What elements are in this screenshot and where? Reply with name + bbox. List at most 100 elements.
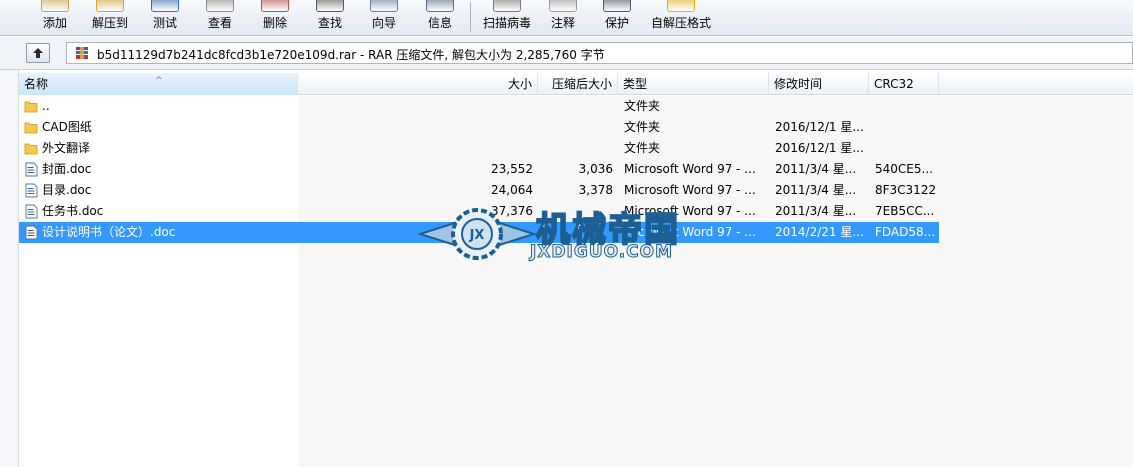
rar-archive-icon (76, 47, 88, 59)
column-header-packed[interactable]: 压缩后大小 (538, 73, 618, 95)
toolbar-button-label: 查看 (207, 16, 232, 30)
column-header-crc-label: CRC32 (874, 77, 914, 91)
file-name: 封面.doc (42, 162, 92, 176)
file-size (298, 138, 533, 159)
delete-icon (261, 0, 289, 12)
file-row[interactable]: 封面.doc 23,552 3,036 Microsoft Word 97 - ...… (19, 159, 939, 180)
file-row[interactable]: 外文翻译 文件夹 2016/12/1 星... (19, 138, 939, 159)
file-crc: 8F3C3122 (875, 183, 937, 197)
column-header-modified[interactable]: 修改时间 (769, 73, 869, 95)
toolbar: 添加 解压到 测试 查看 删除 查找 向导 信息 扫描病毒 注释 保护 自解压格式 (0, 0, 1133, 36)
toolbar-button-label: 添加 (42, 16, 67, 30)
toolbar-button-label: 向导 (371, 16, 396, 30)
toolbar-button-label: 注释 (550, 16, 575, 30)
toolbar-button-protect[interactable]: 保护 (594, 0, 640, 36)
file-crc: 540CE5... (875, 162, 933, 176)
left-pane-strip (0, 70, 19, 467)
file-size (298, 96, 533, 117)
folder-icon (24, 101, 38, 113)
file-packed (538, 96, 613, 117)
sfx-icon (667, 0, 695, 12)
info-icon (426, 0, 454, 12)
file-type: 文件夹 (624, 141, 661, 155)
address-text: b5d11129d7b241dc8fcd3b1e720e109d.rar - R… (97, 48, 605, 62)
toolbar-button-label: 测试 (152, 16, 177, 30)
toolbar-button-find[interactable]: 查找 (304, 0, 356, 36)
watermark: JX 机械帝国 JXDIGUO.COM (418, 202, 718, 264)
extract-icon (96, 0, 124, 12)
column-header-size-label: 大小 (507, 77, 532, 91)
toolbar-button-extract[interactable]: 解压到 (82, 0, 138, 36)
toolbar-button-label: 保护 (604, 16, 629, 30)
word-document-icon (25, 225, 38, 240)
view-icon (206, 0, 234, 12)
toolbar-button-view[interactable]: 查看 (194, 0, 246, 36)
toolbar-button-label: 删除 (262, 16, 287, 30)
file-row[interactable]: 目录.doc 24,064 3,378 Microsoft Word 97 - ...… (19, 180, 939, 201)
file-modified: 2016/12/1 星... (775, 141, 864, 155)
file-type: 文件夹 (624, 99, 661, 113)
file-modified: 2011/3/4 星... (775, 183, 857, 197)
toolbar-separator (470, 2, 471, 32)
column-header-name-label: 名称 (24, 77, 49, 91)
file-crc: 7EB5CC... (875, 204, 935, 218)
file-crc (875, 117, 937, 138)
toolbar-button-info[interactable]: 信息 (414, 0, 466, 36)
toolbar-button-wizard[interactable]: 向导 (358, 0, 410, 36)
column-header-type[interactable]: 类型 (618, 73, 769, 95)
watermark-logo-text: JX (469, 228, 485, 243)
file-size: 23,552 (491, 162, 533, 176)
file-type: Microsoft Word 97 - ... (624, 162, 756, 176)
watermark-english: JXDIGUO.COM (529, 242, 674, 263)
toolbar-button-label: 查找 (317, 16, 342, 30)
toolbar-button-delete[interactable]: 删除 (250, 0, 300, 36)
column-header-crc[interactable]: CRC32 (869, 73, 939, 95)
file-packed: 3,036 (578, 162, 613, 176)
column-header-type-label: 类型 (623, 77, 648, 91)
column-header-packed-label: 压缩后大小 (551, 77, 612, 91)
file-type: 文件夹 (624, 120, 661, 134)
toolbar-button-label: 信息 (427, 16, 452, 30)
sort-ascending-icon: ^ (155, 76, 163, 86)
column-header-modified-label: 修改时间 (774, 77, 823, 91)
file-row[interactable]: .. 文件夹 (19, 96, 939, 117)
toolbar-button-scan-virus[interactable]: 扫描病毒 (476, 0, 538, 36)
file-name: 任务书.doc (42, 204, 104, 218)
file-crc (875, 138, 937, 159)
file-packed (538, 138, 613, 159)
toolbar-button-label: 扫描病毒 (482, 16, 531, 30)
folder-icon (24, 122, 38, 134)
scan-virus-icon (493, 0, 521, 12)
file-name: 目录.doc (42, 183, 92, 197)
file-name: CAD图纸 (42, 120, 92, 134)
gear-wings-logo-icon: JX (418, 208, 536, 260)
address-bar: b5d11129d7b241dc8fcd3b1e720e109d.rar - R… (0, 37, 1133, 70)
toolbar-button-sfx[interactable]: 自解压格式 (644, 0, 718, 36)
toolbar-button-comment[interactable]: 注释 (540, 0, 586, 36)
file-crc: FDAD58... (875, 225, 936, 239)
find-icon (316, 0, 344, 12)
file-packed: 3,378 (578, 183, 613, 197)
toolbar-button-add[interactable]: 添加 (30, 0, 80, 36)
address-field[interactable]: b5d11129d7b241dc8fcd3b1e720e109d.rar - R… (66, 42, 1133, 64)
word-document-icon (25, 162, 38, 177)
word-document-icon (25, 204, 38, 219)
protect-icon (603, 0, 631, 12)
file-name: .. (42, 99, 50, 113)
column-header-size[interactable]: 大小 (298, 73, 538, 95)
add-icon (41, 0, 69, 12)
column-headers: 名称 ^ 大小 压缩后大小 类型 修改时间 CRC32 (19, 73, 1133, 95)
column-header-name[interactable]: 名称 ^ (19, 73, 298, 95)
file-name: 外文翻译 (42, 141, 91, 155)
file-modified: 2016/12/1 星... (775, 120, 864, 134)
toolbar-button-test[interactable]: 测试 (140, 0, 190, 36)
file-type: Microsoft Word 97 - ... (624, 183, 756, 197)
wizard-icon (370, 0, 398, 12)
up-folder-button[interactable] (26, 43, 50, 63)
file-row[interactable]: CAD图纸 文件夹 2016/12/1 星... (19, 117, 939, 138)
file-modified: 2011/3/4 星... (775, 162, 857, 176)
file-crc (875, 96, 937, 117)
word-document-icon (25, 183, 38, 198)
toolbar-button-label: 解压到 (91, 16, 128, 30)
folder-icon (24, 143, 38, 155)
